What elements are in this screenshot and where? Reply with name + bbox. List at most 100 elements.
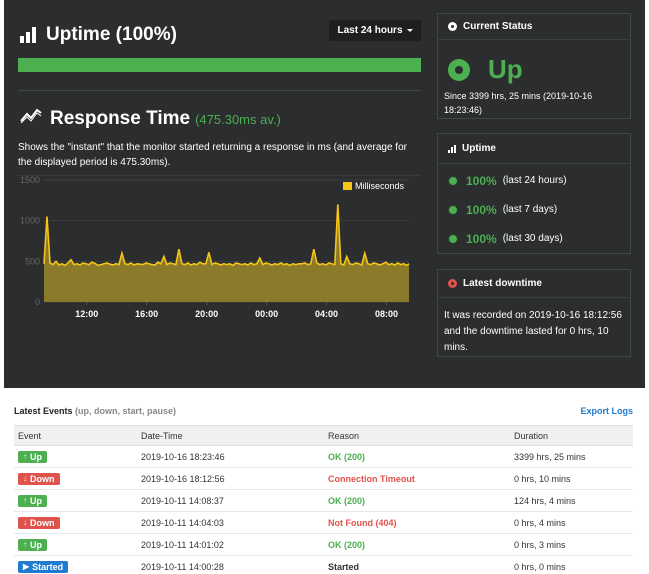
event-label: Up (30, 451, 42, 462)
event-badge: ↓ Down (18, 472, 60, 485)
arrow-up-icon: ↑ (23, 540, 27, 549)
caret-down-icon (406, 29, 413, 32)
response-time-heading: Response Time (475.30ms av.) (20, 106, 281, 130)
arrow-up-icon: ↑ (23, 452, 27, 461)
alert-circle-icon (448, 279, 457, 288)
event-label: Down (30, 473, 55, 484)
bar-chart-icon (448, 144, 456, 153)
event-datetime: 2019-10-11 14:04:03 (137, 511, 324, 534)
event-badge: ↑ Up (18, 494, 47, 507)
table-row: ▶ Started 2019-10-11 14:00:28 Started 0 hrs,… (14, 555, 633, 574)
y-tick-label: 1000 (20, 216, 40, 226)
status-badge-icon (448, 204, 458, 215)
event-duration: 0 hrs, 10 mins (510, 467, 633, 490)
events-table-body: ↑ Up 2019-10-16 18:23:46 OK (200) 3399 hrs, … (14, 445, 633, 574)
event-cell: ↑ Up (14, 533, 137, 556)
x-tick-label: 12:00 (75, 309, 98, 319)
legend-swatch (343, 182, 352, 190)
uptime-period: (last 7 days) (502, 204, 558, 215)
uptime-period: (last 30 days) (502, 233, 563, 244)
export-logs-link[interactable]: Export Logs (580, 406, 633, 416)
event-label: Up (30, 539, 42, 550)
line-chart-icon (20, 108, 42, 124)
column-header-datetime: Date-Time (137, 425, 324, 446)
series-line (43, 204, 410, 267)
arrow-up-icon: ↑ (23, 496, 27, 505)
event-cell: ↑ Up (14, 445, 137, 468)
period-dropdown[interactable]: Last 24 hours (329, 20, 421, 41)
uptime-row: 100% (last 24 hours) (438, 166, 630, 195)
table-row: ↑ Up 2019-10-11 14:01:02 OK (200) 0 hrs, 3 m… (14, 533, 633, 556)
latest-downtime-header: Latest downtime (438, 270, 630, 298)
table-row: ↓ Down 2019-10-16 18:12:56 Connection Timeo… (14, 467, 633, 490)
column-header-reason: Reason (324, 425, 510, 446)
table-header-row: Event Date-Time Reason Duration (14, 425, 633, 446)
legend-label: Milliseconds (355, 181, 405, 191)
play-icon: ▶ (23, 562, 30, 571)
event-duration: 124 hrs, 4 mins (510, 489, 633, 512)
uptime-heading: Uptime (100%) (20, 24, 177, 46)
arrow-down-icon: ↓ (23, 518, 27, 527)
period-label: Last 24 hours (337, 25, 403, 36)
uptime-card-header: Uptime (438, 134, 630, 164)
current-status-card: Current Status Up Since 3399 hrs, 25 min… (437, 13, 631, 119)
status-since: Since 3399 hrs, 25 mins (2019-10-16 18:2… (444, 91, 593, 115)
response-time-title: Response Time (50, 108, 191, 129)
x-tick-label: 20:00 (195, 309, 218, 319)
status-up-icon (448, 58, 470, 81)
monitor-page: { "uptime": { "title": "Uptime (100%)", … (0, 0, 649, 574)
status-badge-icon (448, 175, 458, 186)
event-datetime: 2019-10-16 18:23:46 (137, 445, 324, 468)
event-duration: 3399 hrs, 25 mins (510, 445, 633, 468)
event-duration: 0 hrs, 0 mins (510, 555, 633, 574)
event-badge: ↑ Up (18, 450, 47, 463)
x-tick-label: 00:00 (255, 309, 278, 319)
uptime-card-title: Uptime (462, 143, 496, 154)
status-row: Up (438, 40, 630, 85)
event-badge: ▶ Started (18, 560, 69, 573)
x-tick-label: 16:00 (135, 309, 158, 319)
event-reason: Started (324, 555, 510, 574)
table-row: ↑ Up 2019-10-16 18:23:46 OK (200) 3399 hrs, … (14, 445, 633, 468)
event-datetime: 2019-10-16 18:12:56 (137, 467, 324, 490)
event-reason: OK (200) (324, 489, 510, 512)
event-datetime: 2019-10-11 14:08:37 (137, 489, 324, 512)
events-subtitle: (up, down, start, pause) (75, 406, 177, 416)
events-table: Event Date-Time Reason Duration ↑ Up 2019-… (14, 425, 633, 574)
event-label: Started (32, 561, 64, 572)
uptime-row: 100% (last 30 days) (438, 224, 630, 253)
latest-downtime-title: Latest downtime (463, 278, 542, 289)
circle-dot-icon (448, 22, 457, 31)
status-text: Up (488, 54, 523, 84)
y-tick-label: 1500 (20, 175, 40, 185)
divider (18, 90, 421, 91)
event-badge: ↑ Up (18, 538, 47, 551)
column-header-event: Event (14, 425, 137, 446)
events-heading: Latest Events (up, down, start, pause) (14, 406, 176, 416)
event-reason: Connection Timeout (324, 467, 510, 490)
y-tick-label: 0 (35, 297, 40, 307)
uptime-card: Uptime 100% (last 24 hours) 100% (last 7… (437, 133, 631, 254)
bar-chart-icon (20, 27, 36, 43)
x-tick-label: 04:00 (315, 309, 338, 319)
latest-downtime-text: It was recorded on 2019-10-16 18:12:56 a… (444, 310, 622, 353)
uptime-percent: 100% (466, 202, 497, 217)
uptime-rows: 100% (last 24 hours) 100% (last 7 days) … (438, 164, 630, 253)
event-label: Up (30, 495, 42, 506)
event-duration: 0 hrs, 4 mins (510, 511, 633, 534)
event-reason: OK (200) (324, 445, 510, 468)
x-tick-label: 08:00 (375, 309, 398, 319)
uptime-percent: 100% (466, 231, 497, 246)
uptime-percent: 100% (466, 173, 497, 188)
arrow-down-icon: ↓ (23, 474, 27, 483)
status-badge-icon (448, 233, 458, 244)
latest-downtime-card: Latest downtime It was recorded on 2019-… (437, 269, 631, 357)
event-reason: OK (200) (324, 533, 510, 556)
column-header-duration: Duration (510, 425, 633, 446)
event-label: Down (30, 517, 55, 528)
event-cell: ↓ Down (14, 467, 137, 490)
event-cell: ↓ Down (14, 511, 137, 534)
response-time-average: (475.30ms av.) (195, 112, 281, 127)
uptime-period: (last 24 hours) (502, 175, 567, 186)
event-cell: ↑ Up (14, 489, 137, 512)
